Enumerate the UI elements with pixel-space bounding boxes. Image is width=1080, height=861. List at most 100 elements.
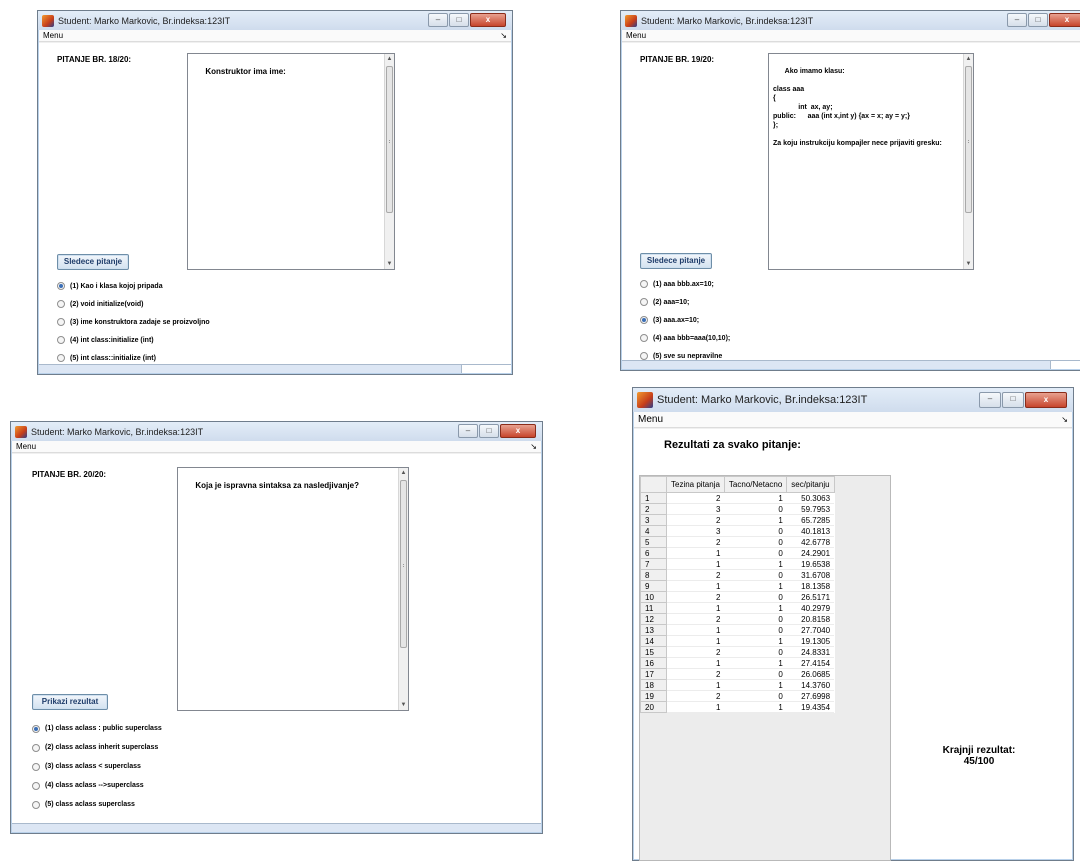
maximize-icon[interactable]: □	[1028, 13, 1048, 27]
scroll-down-icon[interactable]: ▼	[399, 700, 408, 710]
table-row[interactable]: 6 1 0 24.2901	[640, 547, 835, 559]
answer-option[interactable]: (2) void initialize(void)	[57, 295, 210, 313]
radio-icon[interactable]	[32, 743, 40, 752]
row-header: 17	[640, 668, 667, 680]
scrollbar[interactable]: ▲ ▼	[963, 54, 973, 269]
radio-icon[interactable]	[640, 316, 648, 324]
question-textbox[interactable]: Konstruktor ima ime: ▲ ▼	[187, 53, 395, 270]
scroll-thumb[interactable]	[965, 66, 972, 213]
table-row[interactable]: 7 1 1 19.6538	[640, 558, 835, 570]
answer-options: (1) class aclass : public superclass (2)…	[32, 719, 162, 814]
table-row[interactable]: 13 1 0 27.7040	[640, 624, 835, 636]
table-row[interactable]: 19 2 0 27.6998	[640, 690, 835, 702]
table-row[interactable]: 20 1 1 19.4354	[640, 701, 835, 713]
table-cell: 0	[724, 569, 787, 581]
scroll-down-icon[interactable]: ▼	[964, 259, 973, 269]
table-row[interactable]: 11 1 1 40.2979	[640, 602, 835, 614]
table-row[interactable]: 4 3 0 40.1813	[640, 525, 835, 537]
scroll-thumb[interactable]	[400, 480, 407, 648]
answer-option[interactable]: (3) class aclass < superclass	[32, 757, 162, 776]
title-bar[interactable]: Student: Marko Markovic, Br.indeksa:123I…	[633, 388, 1073, 412]
menu-item[interactable]: Menu	[43, 31, 63, 40]
radio-icon[interactable]	[640, 352, 648, 360]
table-row[interactable]: 18 1 1 14.3760	[640, 679, 835, 691]
radio-icon[interactable]	[32, 800, 40, 809]
row-header: 4	[640, 525, 667, 537]
close-icon[interactable]: x	[1025, 392, 1067, 408]
answer-option[interactable]: (1) class aclass : public superclass	[32, 719, 162, 738]
table-row[interactable]: 16 1 1 27.4154	[640, 657, 835, 669]
answer-option[interactable]: (1) aaa bbb.ax=10;	[640, 275, 730, 293]
table-row[interactable]: 14 1 1 19.1305	[640, 635, 835, 647]
show-result-button[interactable]: Prikazi rezultat	[32, 694, 108, 710]
close-icon[interactable]: x	[500, 424, 536, 438]
minimize-icon[interactable]: –	[979, 392, 1001, 408]
answer-option[interactable]: (1) Kao i klasa kojoj pripada	[57, 277, 210, 295]
table-row[interactable]: 17 2 0 26.0685	[640, 668, 835, 680]
scroll-down-icon[interactable]: ▼	[385, 259, 394, 269]
answer-option[interactable]: (4) int class:initialize (int)	[57, 331, 210, 349]
close-icon[interactable]: x	[1049, 13, 1080, 27]
answer-option[interactable]: (2) class aclass inherit superclass	[32, 738, 162, 757]
table-cell: 1	[724, 514, 787, 526]
scroll-thumb[interactable]	[386, 66, 393, 213]
menu-arrow-icon[interactable]: ↘	[1061, 412, 1068, 428]
minimize-icon[interactable]: –	[458, 424, 478, 438]
maximize-icon[interactable]: □	[449, 13, 469, 27]
minimize-icon[interactable]: –	[428, 13, 448, 27]
scroll-up-icon[interactable]: ▲	[385, 54, 394, 64]
menu-item[interactable]: Menu	[638, 414, 663, 425]
next-question-button[interactable]: Sledece pitanje	[640, 253, 712, 269]
question-text: Ako imamo klasu: class aaa { int ax, ay;…	[773, 68, 942, 147]
radio-icon[interactable]	[640, 334, 648, 342]
radio-icon[interactable]	[57, 282, 65, 290]
menu-arrow-icon[interactable]: ↘	[500, 30, 507, 42]
table-row[interactable]: 3 2 1 65.7285	[640, 514, 835, 526]
table-row[interactable]: 12 2 0 20.8158	[640, 613, 835, 625]
menu-arrow-icon[interactable]: ↘	[530, 441, 537, 453]
radio-icon[interactable]	[57, 318, 65, 326]
question-textbox[interactable]: Koja je ispravna sintaksa za nasledjivan…	[177, 467, 409, 711]
table-row[interactable]: 10 2 0 26.5171	[640, 591, 835, 603]
menu-item[interactable]: Menu	[626, 31, 646, 40]
title-bar[interactable]: Student: Marko Markovic, Br.indeksa:123I…	[621, 11, 1080, 30]
scrollbar[interactable]: ▲ ▼	[384, 54, 394, 269]
maximize-icon[interactable]: □	[1002, 392, 1024, 408]
table-row[interactable]: 2 3 0 59.7953	[640, 503, 835, 515]
radio-icon[interactable]	[640, 298, 648, 306]
radio-icon[interactable]	[57, 336, 65, 344]
scroll-up-icon[interactable]: ▲	[399, 468, 408, 478]
radio-icon[interactable]	[32, 762, 40, 771]
table-cell: 2	[666, 591, 725, 603]
table-row[interactable]: 5 2 0 42.6778	[640, 536, 835, 548]
minimize-icon[interactable]: –	[1007, 13, 1027, 27]
table-row[interactable]: 9 1 1 18.1358	[640, 580, 835, 592]
answer-option[interactable]: (3) aaa.ax=10;	[640, 311, 730, 329]
radio-icon[interactable]	[57, 354, 65, 362]
radio-icon[interactable]	[32, 724, 40, 733]
question-textbox[interactable]: Ako imamo klasu: class aaa { int ax, ay;…	[768, 53, 974, 270]
maximize-icon[interactable]: □	[479, 424, 499, 438]
answer-option[interactable]: (4) class aclass -->superclass	[32, 776, 162, 795]
table-cell: 0	[724, 503, 787, 515]
table-row[interactable]: 15 2 0 24.8331	[640, 646, 835, 658]
close-icon[interactable]: x	[470, 13, 506, 27]
scrollbar[interactable]: ▲ ▼	[398, 468, 408, 710]
table-cell: 40.2979	[786, 602, 835, 614]
radio-icon[interactable]	[640, 280, 648, 288]
next-question-button[interactable]: Sledece pitanje	[57, 254, 129, 270]
radio-icon[interactable]	[32, 781, 40, 790]
title-bar[interactable]: Student: Marko Markovic, Br.indeksa:123I…	[11, 422, 542, 441]
answer-option[interactable]: (5) class aclass superclass	[32, 795, 162, 814]
radio-icon[interactable]	[57, 300, 65, 308]
table-row[interactable]: 8 2 0 31.6708	[640, 569, 835, 581]
table-row[interactable]: 1 2 1 50.3063	[640, 492, 835, 504]
table-cell: 19.6538	[786, 558, 835, 570]
answer-option[interactable]: (2) aaa=10;	[640, 293, 730, 311]
answer-option[interactable]: (4) aaa bbb=aaa(10,10);	[640, 329, 730, 347]
answer-option[interactable]: (3) ime konstruktora zadaje se proizvolj…	[57, 313, 210, 331]
results-table-area[interactable]: Tezina pitanja Tacno/Netacno sec/pitanju…	[639, 475, 891, 861]
title-bar[interactable]: Student: Marko Markovic, Br.indeksa:123I…	[38, 11, 512, 30]
menu-item[interactable]: Menu	[16, 442, 36, 451]
scroll-up-icon[interactable]: ▲	[964, 54, 973, 64]
